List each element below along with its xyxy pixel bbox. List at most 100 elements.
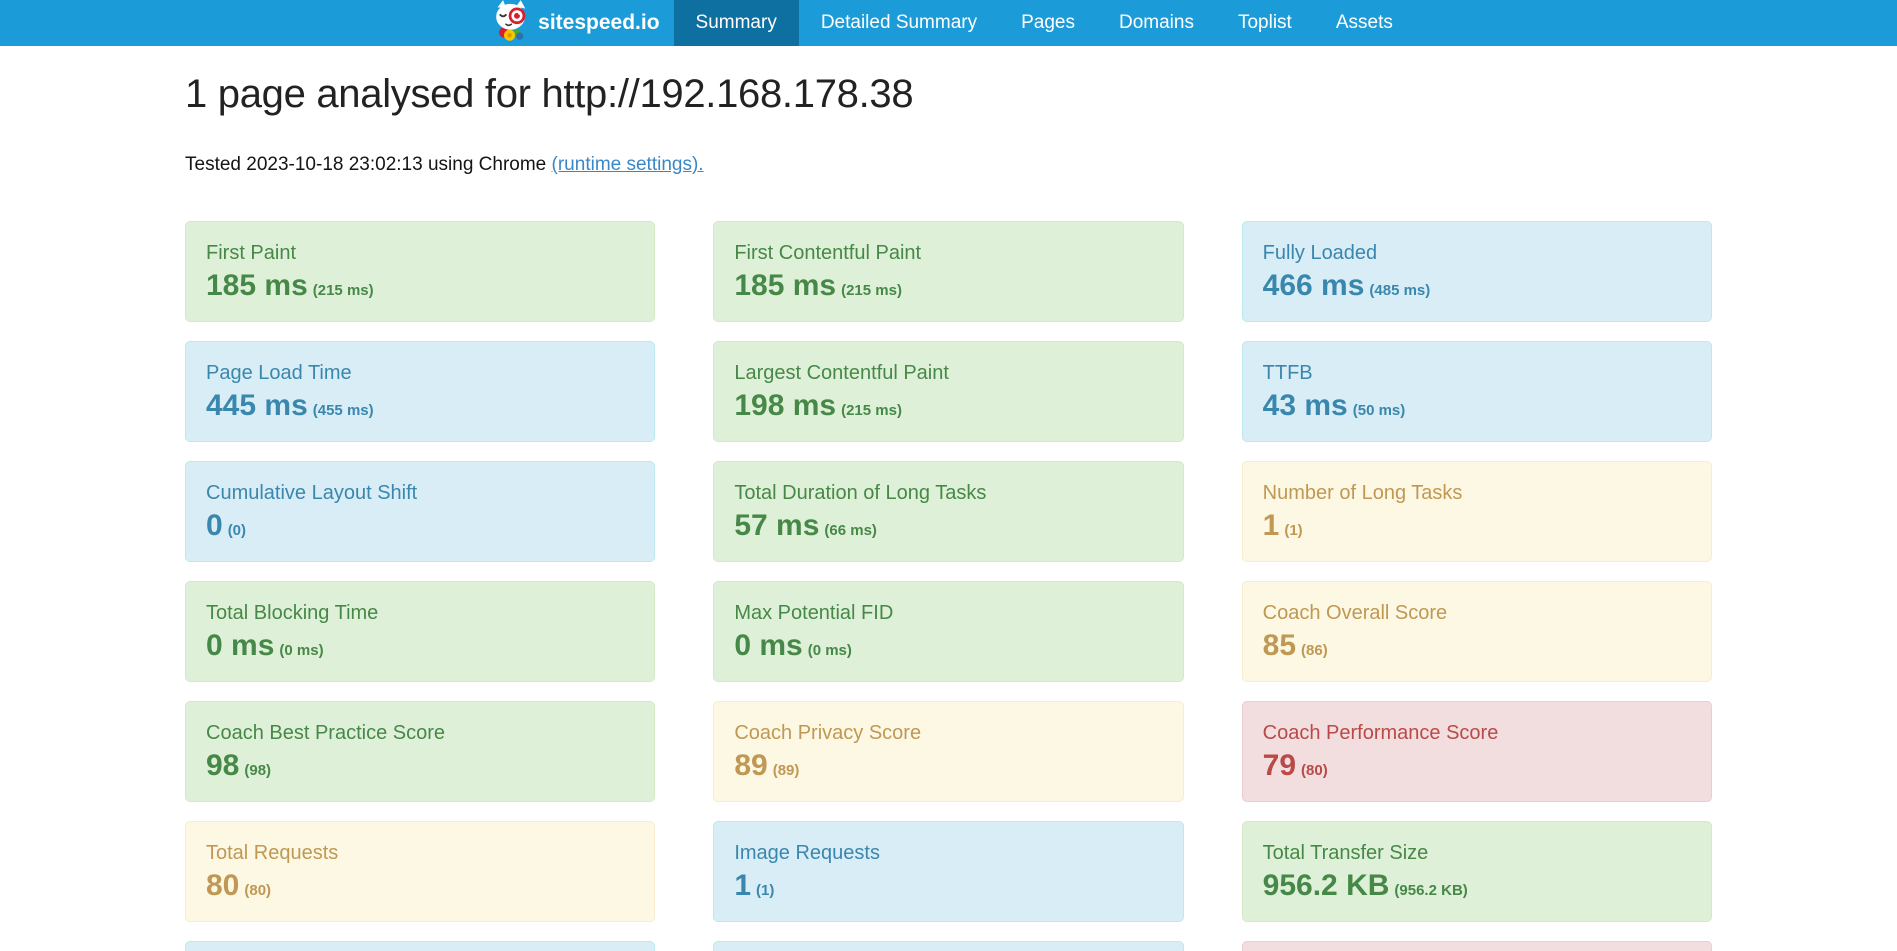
nav-item-summary[interactable]: Summary (674, 0, 799, 46)
metric-card-cumulative-layout-shift: Cumulative Layout Shift 0 (0) (185, 461, 655, 562)
metric-value: 89 (734, 749, 767, 782)
metric-label: Total Duration of Long Tasks (734, 481, 1162, 505)
runtime-settings-link[interactable]: (runtime settings). (552, 154, 704, 175)
metric-card-largest-contentful-paint: Largest Contentful Paint 198 ms (215 ms) (713, 341, 1183, 442)
metric-subvalue: (0 ms) (279, 642, 323, 659)
metric-label: Coach Overall Score (1263, 601, 1691, 625)
metric-value-row: 466 ms(485 ms) (1263, 269, 1691, 303)
metric-value: 79 (1263, 749, 1296, 782)
metric-value-row: 43 ms (50 ms) (1263, 389, 1691, 423)
metric-value: 185 ms (734, 269, 836, 302)
brand-label: sitespeed.io (538, 11, 659, 35)
nav-item-assets[interactable]: Assets (1314, 0, 1415, 46)
metric-label: Total Blocking Time (206, 601, 634, 625)
metric-label: TTFB (1263, 361, 1691, 385)
metric-value-row: 0 (0) (206, 509, 634, 543)
metric-value-row: 57 ms(66 ms) (734, 509, 1162, 543)
metric-value-row: 445 ms (455 ms) (206, 389, 634, 423)
metric-label: Total Requests (206, 841, 634, 865)
summary-page: 1 page analysed for http://192.168.178.3… (185, 46, 1712, 951)
metric-value: 85 (1263, 629, 1296, 662)
metric-card-number-of-long-tasks: Number of Long Tasks 1(1) (1242, 461, 1712, 562)
metric-label: Coach Performance Score (1263, 721, 1691, 745)
metric-value-row: 85 (86) (1263, 629, 1691, 663)
metric-value-row: 0 ms (0 ms) (734, 629, 1162, 663)
metric-value: 0 ms (734, 629, 802, 662)
metric-subvalue: (0) (228, 522, 246, 539)
sitespeed-logo-icon (492, 0, 529, 47)
metric-label: Fully Loaded (1263, 241, 1691, 265)
metric-value-row: 0 ms (0 ms) (206, 629, 634, 663)
metrics-grid: First Paint 185 ms (215 ms) First Content… (185, 221, 1712, 951)
tested-text: Tested 2023-10-18 23:02:13 using Chrome (185, 154, 552, 175)
metric-label: Max Potential FID (734, 601, 1162, 625)
metric-subvalue: (98) (244, 762, 271, 779)
metric-value-row: 98 (98) (206, 749, 634, 783)
metric-value: 80 (206, 869, 239, 902)
metric-card-ttfb: TTFB 43 ms (50 ms) (1242, 341, 1712, 442)
metric-value-row: 80 (80) (206, 869, 634, 903)
metric-subvalue: (1) (756, 882, 774, 899)
metric-value: 43 ms (1263, 389, 1348, 422)
nav-item-domains[interactable]: Domains (1097, 0, 1216, 46)
metric-label: Number of Long Tasks (1263, 481, 1691, 505)
metric-card-total-blocking-time: Total Blocking Time 0 ms (0 ms) (185, 581, 655, 682)
metric-label: Cumulative Layout Shift (206, 481, 634, 505)
brand-link[interactable]: sitespeed.io (482, 0, 673, 46)
metric-card-fully-loaded: Fully Loaded 466 ms(485 ms) (1242, 221, 1712, 322)
metric-value: 466 ms (1263, 269, 1365, 302)
metric-value: 956.2 KB (1263, 869, 1390, 902)
metric-subvalue: (50 ms) (1353, 402, 1406, 419)
metric-card-total-transfer-size: Total Transfer Size 956.2 KB(956.2 KB) (1242, 821, 1712, 922)
metric-subvalue: (215 ms) (841, 282, 902, 299)
metric-card-first-contentful-paint: First Contentful Paint 185 ms (215 ms) (713, 221, 1183, 322)
metric-subvalue: (86) (1301, 642, 1328, 659)
metric-card-coach-performance-score: Coach Performance Score 79 (80) (1242, 701, 1712, 802)
metric-label: Total Transfer Size (1263, 841, 1691, 865)
metric-subvalue: (80) (244, 882, 271, 899)
metric-label: First Paint (206, 241, 634, 265)
metric-value: 0 ms (206, 629, 274, 662)
metric-value-row: 956.2 KB(956.2 KB) (1263, 869, 1691, 903)
nav-item-toplist[interactable]: Toplist (1216, 0, 1314, 46)
metric-card-total-duration-of-long-tasks: Total Duration of Long Tasks 57 ms(66 ms… (713, 461, 1183, 562)
metric-card-coach-overall-score: Coach Overall Score 85 (86) (1242, 581, 1712, 682)
metric-subvalue: (215 ms) (841, 402, 902, 419)
metric-subvalue: (0 ms) (808, 642, 852, 659)
metric-value: 198 ms (734, 389, 836, 422)
metric-subvalue: (485 ms) (1369, 282, 1430, 299)
metric-card-image-requests: Image Requests 1(1) (713, 821, 1183, 922)
metric-label: First Contentful Paint (734, 241, 1162, 265)
metric-card-coach-best-practice-score: Coach Best Practice Score 98(98) (185, 701, 655, 802)
metric-card-partial-3 (1242, 941, 1712, 951)
metric-subvalue: (89) (773, 762, 800, 779)
metric-value: 98 (206, 749, 239, 782)
metric-subvalue: (1) (1284, 522, 1302, 539)
metric-value-row: 185 ms (215 ms) (734, 269, 1162, 303)
metric-subvalue: (215 ms) (313, 282, 374, 299)
metric-card-page-load-time: Page Load Time 445 ms (455 ms) (185, 341, 655, 442)
nav-item-detailed-summary[interactable]: Detailed Summary (799, 0, 999, 46)
metric-value-row: 198 ms (215 ms) (734, 389, 1162, 423)
metric-card-partial-1 (185, 941, 655, 951)
metric-value-row: 79 (80) (1263, 749, 1691, 783)
metric-value: 185 ms (206, 269, 308, 302)
metric-label: Largest Contentful Paint (734, 361, 1162, 385)
nav-item-pages[interactable]: Pages (999, 0, 1097, 46)
metric-value: 1 (734, 869, 751, 902)
metric-value: 1 (1263, 509, 1280, 542)
metric-value: 0 (206, 509, 223, 542)
metric-subvalue: (455 ms) (313, 402, 374, 419)
top-navbar: sitespeed.io Summary Detailed Summary Pa… (0, 0, 1897, 46)
metric-value-row: 185 ms (215 ms) (206, 269, 634, 303)
metric-value: 445 ms (206, 389, 308, 422)
metric-card-max-potential-fid: Max Potential FID 0 ms (0 ms) (713, 581, 1183, 682)
metric-subvalue: (66 ms) (824, 522, 877, 539)
metric-card-partial-2 (713, 941, 1183, 951)
metric-subvalue: (956.2 KB) (1394, 882, 1467, 899)
page-title: 1 page analysed for http://192.168.178.3… (185, 72, 1712, 117)
metric-label: Page Load Time (206, 361, 634, 385)
metric-card-first-paint: First Paint 185 ms (215 ms) (185, 221, 655, 322)
metric-subvalue: (80) (1301, 762, 1328, 779)
metric-card-total-requests: Total Requests 80 (80) (185, 821, 655, 922)
